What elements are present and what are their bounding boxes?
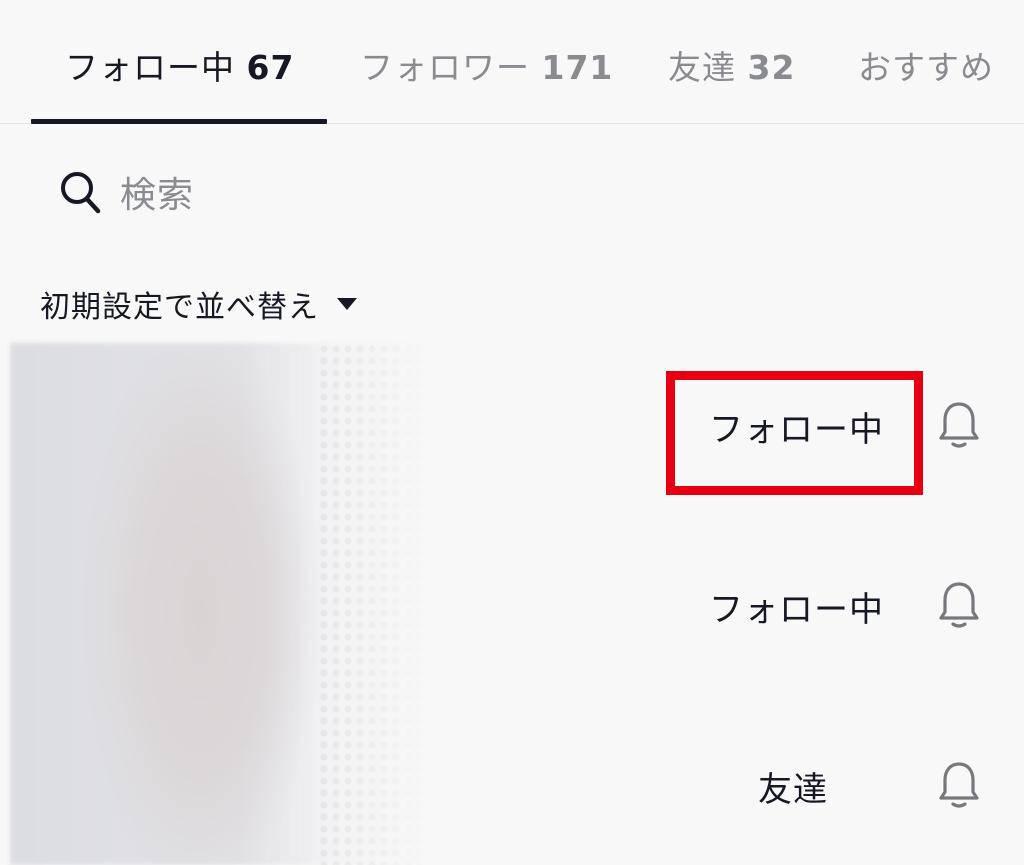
bell-icon[interactable]: [937, 398, 981, 448]
tab-suggested[interactable]: おすすめ: [858, 46, 994, 90]
following-button[interactable]: フォロー中: [709, 582, 884, 631]
search-input[interactable]: 検索: [120, 166, 194, 218]
tab-followers[interactable]: フォロワー 171: [360, 46, 613, 90]
tab-followers-label: フォロワー: [360, 48, 530, 87]
tab-bar: フォロー中 67 フォロワー 171 友達 32 おすすめ: [0, 0, 1024, 124]
highlight-box: [666, 371, 923, 495]
bell-icon[interactable]: [937, 578, 981, 628]
tab-friends-count: 32: [747, 48, 796, 87]
tab-following[interactable]: フォロー中 67: [65, 46, 294, 90]
tab-following-count: 67: [246, 48, 295, 87]
sort-label: 初期設定で並べ替え: [40, 290, 319, 325]
blurred-user-list-edge: [318, 343, 428, 865]
tab-suggested-label: おすすめ: [858, 48, 994, 87]
sort-dropdown[interactable]: 初期設定で並べ替え: [40, 282, 357, 326]
active-tab-indicator: [31, 119, 327, 124]
search-bar[interactable]: 検索: [58, 162, 194, 222]
tab-friends-label: 友達: [668, 48, 736, 87]
friends-button[interactable]: 友達: [758, 762, 828, 811]
search-icon: [58, 169, 102, 215]
caret-down-icon: [337, 298, 357, 310]
tab-followers-count: 171: [541, 48, 614, 87]
bell-icon[interactable]: [937, 758, 981, 808]
tab-following-label: フォロー中: [65, 48, 235, 87]
tab-friends[interactable]: 友達 32: [668, 46, 795, 90]
